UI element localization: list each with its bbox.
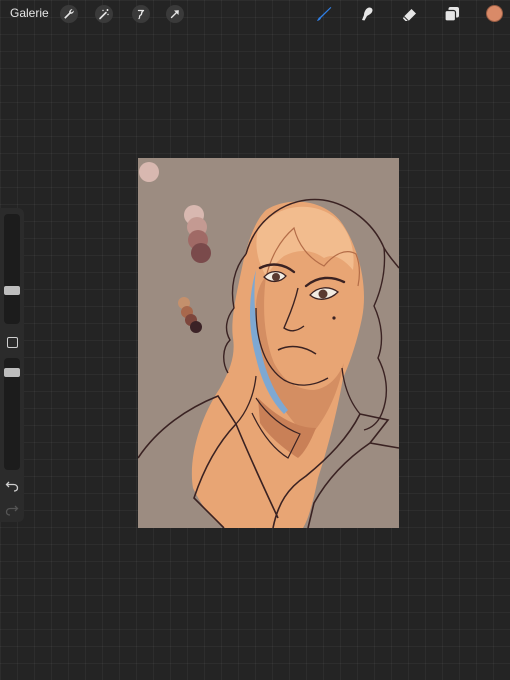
- transform-arrow-icon: [170, 10, 179, 19]
- smudge-button[interactable]: [357, 4, 377, 24]
- brush-icon: [317, 7, 332, 21]
- selection-icon: [137, 9, 145, 20]
- palette-dab: [139, 162, 159, 182]
- right-iris: [318, 289, 328, 299]
- undo-icon[interactable]: [5, 480, 19, 492]
- wrench-icon: [64, 9, 74, 19]
- gallery-button[interactable]: Galerie: [10, 6, 49, 20]
- brush-size-slider[interactable]: [4, 214, 20, 324]
- brush-button[interactable]: [314, 4, 334, 24]
- color-swatch-button[interactable]: [486, 5, 503, 22]
- top-toolbar: Galerie: [0, 0, 510, 28]
- layers-button[interactable]: [442, 4, 462, 24]
- transform-button[interactable]: [166, 5, 184, 23]
- layers-icon: [444, 7, 459, 22]
- smudge-icon: [362, 7, 373, 21]
- palette-dab: [190, 321, 202, 333]
- eraser-icon: [403, 9, 416, 22]
- actions-button[interactable]: [60, 5, 78, 23]
- redo-icon[interactable]: [5, 504, 19, 516]
- adjustments-button[interactable]: [95, 5, 113, 23]
- left-iris: [272, 273, 280, 281]
- selection-button[interactable]: [132, 5, 150, 23]
- opacity-thumb[interactable]: [4, 368, 20, 377]
- palette-dab: [191, 243, 211, 263]
- left-sidebar: [0, 208, 24, 522]
- mole: [332, 316, 336, 320]
- eraser-button[interactable]: [400, 4, 420, 24]
- drawing-canvas[interactable]: [138, 158, 399, 528]
- magic-wand-icon: [99, 9, 109, 20]
- opacity-slider[interactable]: [4, 358, 20, 470]
- modifier-square-icon[interactable]: [7, 337, 18, 348]
- artwork: [138, 158, 399, 528]
- brush-size-thumb[interactable]: [4, 286, 20, 295]
